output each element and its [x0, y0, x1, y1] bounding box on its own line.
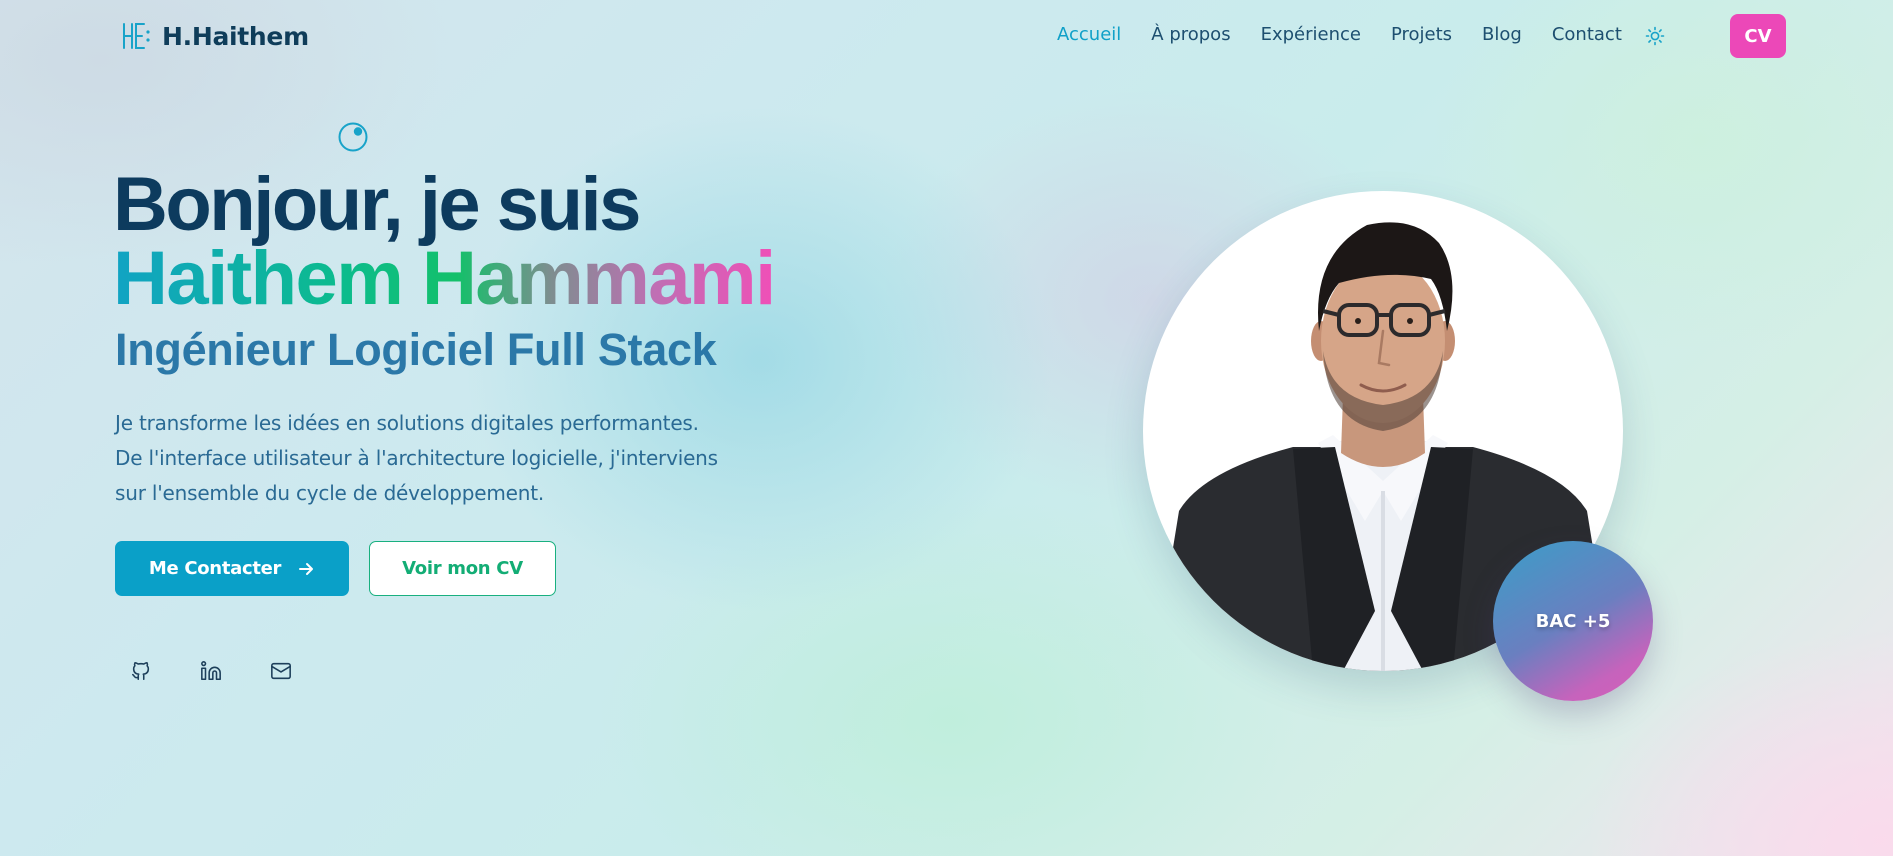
github-link[interactable]: [126, 656, 156, 686]
logo-text: H.Haithem: [162, 21, 309, 51]
nav-link-blog[interactable]: Blog: [1482, 24, 1522, 45]
hero-description-line: Je transforme les idées en solutions dig…: [115, 411, 699, 435]
email-link[interactable]: [266, 656, 296, 686]
mail-icon: [271, 662, 291, 680]
cv-button[interactable]: CV: [1730, 14, 1786, 58]
contact-me-button[interactable]: Me Contacter: [115, 541, 349, 596]
target-dot-icon: [338, 122, 368, 152]
view-cv-button[interactable]: Voir mon CV: [369, 541, 556, 596]
degree-badge: BAC +5: [1493, 541, 1653, 701]
logo-mark-icon: [123, 23, 150, 49]
degree-badge-text: BAC +5: [1535, 610, 1611, 632]
sun-icon[interactable]: [1645, 26, 1665, 46]
hero-description-line: sur l'ensemble du cycle de développement…: [115, 481, 545, 505]
linkedin-icon: [201, 661, 221, 681]
nav-link-accueil[interactable]: Accueil: [1057, 24, 1121, 45]
nav-link-a-propos[interactable]: À propos: [1151, 24, 1230, 45]
contact-me-label: Me Contacter: [148, 558, 282, 579]
arrow-right-icon: [299, 562, 314, 575]
nav-link-experience[interactable]: Expérience: [1261, 24, 1361, 45]
main-nav: Accueil À propos Expérience Projets Blog…: [1057, 24, 1622, 45]
hero-name: Haithem Hammami: [113, 236, 776, 321]
hero-description: Je transforme les idées en solutions dig…: [115, 406, 775, 511]
linkedin-link[interactable]: [196, 656, 226, 686]
nav-link-projets[interactable]: Projets: [1391, 24, 1452, 45]
hero-description-line: De l'interface utilisateur à l'architect…: [115, 446, 718, 470]
brand-logo[interactable]: H.Haithem: [120, 20, 309, 52]
top-navbar: H.Haithem Accueil À propos Expérience Pr…: [0, 0, 1893, 72]
nav-link-contact[interactable]: Contact: [1552, 24, 1622, 45]
hero-role: Ingénieur Logiciel Full Stack: [115, 324, 717, 375]
github-icon: [131, 662, 150, 681]
